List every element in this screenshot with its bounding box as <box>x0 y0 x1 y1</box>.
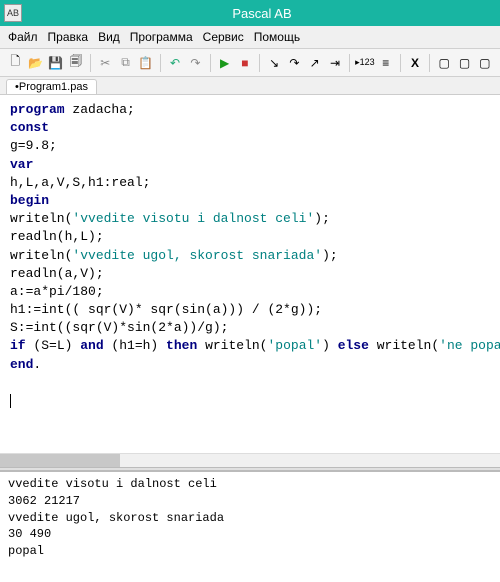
menu-file[interactable]: Файл <box>8 30 38 44</box>
toolbar-panel2-icon[interactable]: ▢ <box>455 53 473 73</box>
output-line: vvedite ugol, skorost snariada <box>8 511 224 525</box>
str: 'ne popal' <box>439 338 500 353</box>
code-text: g=9.8; <box>10 138 57 153</box>
output-panel[interactable]: vvedite visotu i dalnost celi 3062 21217… <box>0 471 500 561</box>
toolbar: 🗋 📂 💾 🗐 ✂ ⧉ 📋 ↶ ↷ ▶ ■ ↘ ↷ ↗ ⇥ ▸123 ≡ X ▢… <box>0 49 500 77</box>
menu-edit[interactable]: Правка <box>48 30 89 44</box>
copy-icon[interactable]: ⧉ <box>116 53 134 73</box>
code-editor[interactable]: program zadacha; const g=9.8; var h,L,a,… <box>0 95 500 453</box>
toolbar-123-icon[interactable]: ▸123 <box>355 53 375 73</box>
open-file-icon[interactable]: 📂 <box>26 53 44 73</box>
str: 'vvedite ugol, skorost snariada' <box>72 248 322 263</box>
horizontal-scrollbar[interactable] <box>0 453 500 467</box>
output-line: popal <box>8 544 44 558</box>
redo-icon[interactable]: ↷ <box>186 53 204 73</box>
str: 'popal' <box>267 338 322 353</box>
str: 'vvedite visotu i dalnost celi' <box>72 211 314 226</box>
toolbar-panel3-icon[interactable]: ▢ <box>476 53 494 73</box>
app-icon: AB <box>4 4 22 22</box>
tabbar: •Program1.pas <box>0 77 500 95</box>
run-icon[interactable]: ▶ <box>215 53 233 73</box>
step-into-icon[interactable]: ↘ <box>265 53 283 73</box>
code-text: ); <box>314 211 330 226</box>
window-titlebar: AB Pascal AB <box>0 0 500 26</box>
new-file-icon[interactable]: 🗋 <box>6 53 24 73</box>
menu-service[interactable]: Сервис <box>203 30 244 44</box>
text-cursor <box>10 394 11 408</box>
code-text: writeln( <box>10 211 72 226</box>
menu-view[interactable]: Вид <box>98 30 120 44</box>
undo-icon[interactable]: ↶ <box>166 53 184 73</box>
code-text: h,L,a,V,S,h1:real; <box>10 175 150 190</box>
kw: then <box>166 338 197 353</box>
output-line: 30 490 <box>8 527 51 541</box>
separator-icon <box>349 54 350 72</box>
code-text: ); <box>322 248 338 263</box>
output-line: vvedite visotu i dalnost celi <box>8 477 217 491</box>
code-text: writeln( <box>197 338 267 353</box>
kw: end <box>10 357 33 372</box>
kw: else <box>338 338 369 353</box>
code-text: writeln( <box>10 248 72 263</box>
code-text: ) <box>322 338 338 353</box>
toolbar-panel1-icon[interactable]: ▢ <box>435 53 453 73</box>
kw: begin <box>10 193 49 208</box>
separator-icon <box>90 54 91 72</box>
separator-icon <box>210 54 211 72</box>
trace-icon[interactable]: ⇥ <box>326 53 344 73</box>
code-text: a:=a*pi/180; <box>10 284 104 299</box>
kw: var <box>10 157 33 172</box>
output-line: 3062 21217 <box>8 494 80 508</box>
save-icon[interactable]: 💾 <box>47 53 65 73</box>
code-text: S:=int((sqr(V)*sin(2*a))/g); <box>10 320 228 335</box>
kw: const <box>10 120 49 135</box>
separator-icon <box>160 54 161 72</box>
code-text: readln(h,L); <box>10 229 104 244</box>
menubar: Файл Правка Вид Программа Сервис Помощь <box>0 26 500 49</box>
separator-icon <box>259 54 260 72</box>
code-text: readln(a,V); <box>10 266 104 281</box>
step-over-icon[interactable]: ↷ <box>285 53 303 73</box>
code-text: writeln( <box>369 338 439 353</box>
code-text: zadacha; <box>65 102 135 117</box>
kw: program <box>10 102 65 117</box>
save-all-icon[interactable]: 🗐 <box>67 53 85 73</box>
stop-icon[interactable]: ■ <box>236 53 254 73</box>
code-text: (h1=h) <box>104 338 166 353</box>
code-text: (S=L) <box>26 338 81 353</box>
window-title: Pascal AB <box>28 6 496 21</box>
separator-icon <box>429 54 430 72</box>
kw: and <box>80 338 103 353</box>
menu-program[interactable]: Программа <box>130 30 193 44</box>
code-text: . <box>33 357 41 372</box>
menu-help[interactable]: Помощь <box>254 30 300 44</box>
paste-icon[interactable]: 📋 <box>137 53 155 73</box>
cut-icon[interactable]: ✂ <box>96 53 114 73</box>
separator-icon <box>400 54 401 72</box>
tab-program1[interactable]: •Program1.pas <box>6 79 97 94</box>
kw: if <box>10 338 26 353</box>
scroll-thumb[interactable] <box>0 454 120 467</box>
toolbar-x-icon[interactable]: X <box>406 53 424 73</box>
code-text: h1:=int(( sqr(V)* sqr(sin(a))) / (2*g)); <box>10 302 322 317</box>
toolbar-list-icon[interactable]: ≡ <box>377 53 395 73</box>
step-out-icon[interactable]: ↗ <box>306 53 324 73</box>
